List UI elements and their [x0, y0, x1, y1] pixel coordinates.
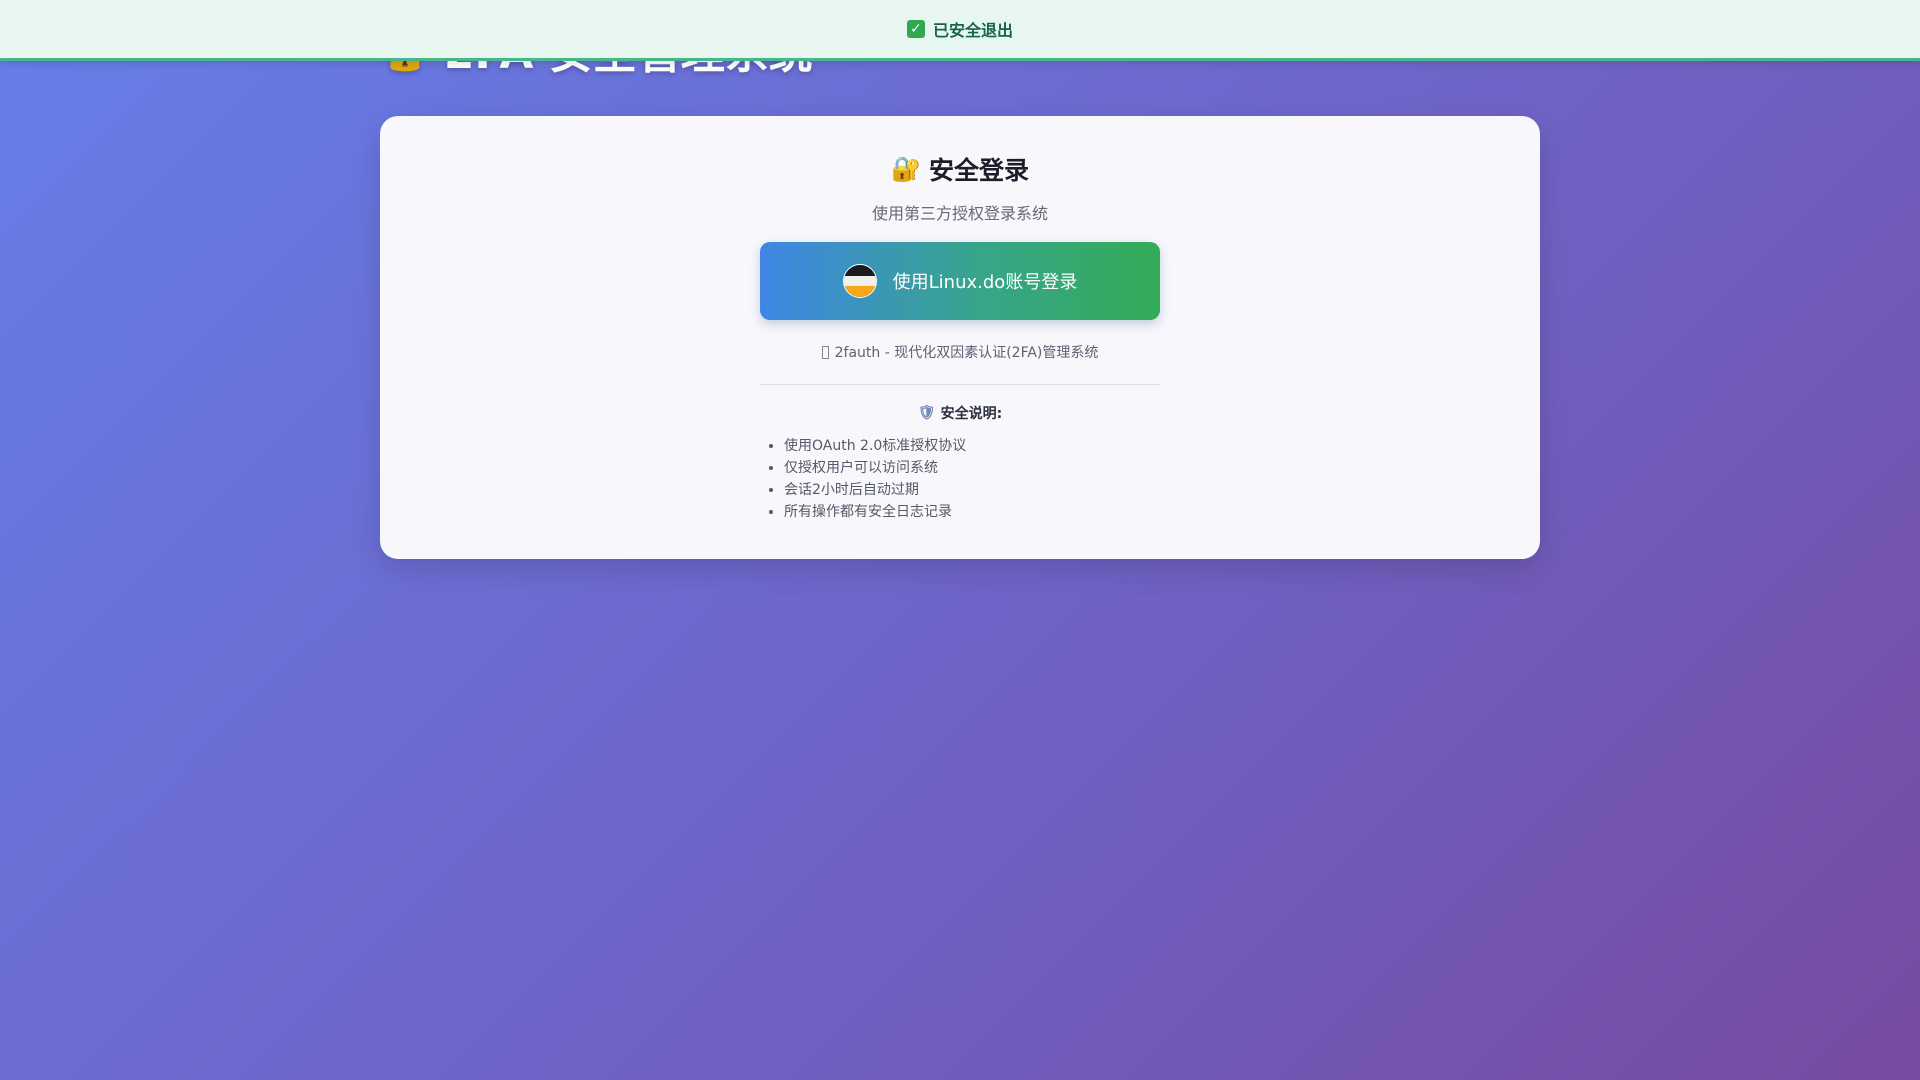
security-title-text: 安全说明:	[940, 406, 1003, 422]
list-item: 会话2小时后自动过期	[784, 479, 966, 501]
security-list: 使用OAuth 2.0标准授权协议 仅授权用户可以访问系统 会话2小时后自动过期…	[760, 435, 966, 523]
list-item: 所有操作都有安全日志记录	[784, 501, 966, 523]
missing-glyph-icon	[821, 345, 829, 359]
list-item: 使用OAuth 2.0标准授权协议	[784, 435, 966, 457]
check-icon: ✓	[906, 20, 925, 38]
login-button-label: 使用Linux.do账号登录	[892, 272, 1078, 293]
linuxdo-login-button[interactable]: 使用Linux.do账号登录	[760, 242, 1160, 320]
logout-toast: ✓ 已安全退出	[0, 0, 1920, 61]
list-item: 仅授权用户可以访问系统	[784, 457, 966, 479]
card-title-text: 安全登录	[928, 156, 1029, 185]
card-subtitle: 使用第三方授权登录系统	[871, 204, 1048, 223]
footer-note-text: 2fauth - 现代化双因素认证(2FA)管理系统	[834, 345, 1099, 361]
footer-note: 2fauth - 现代化双因素认证(2FA)管理系统	[821, 342, 1099, 362]
toast-message: 已安全退出	[932, 21, 1013, 40]
login-card: 🔐 安全登录 使用第三方授权登录系统 使用Linux.do账号登录 2fauth…	[380, 116, 1540, 559]
lock-key-icon: 🔐	[891, 155, 921, 183]
divider	[760, 384, 1160, 385]
shield-icon: 🛡	[917, 405, 936, 421]
linuxdo-logo-icon	[842, 264, 877, 298]
card-title: 🔐 安全登录	[891, 152, 1029, 186]
security-title: 🛡 安全说明:	[918, 403, 1002, 423]
